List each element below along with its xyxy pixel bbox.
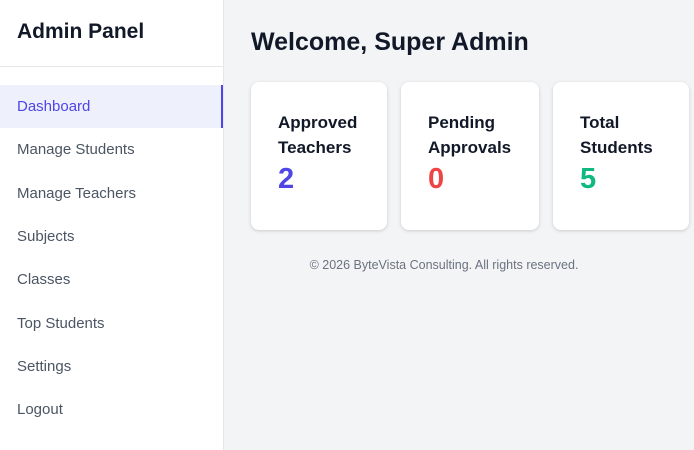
stat-card-title-line1: Pending <box>428 113 496 132</box>
main-content: Welcome, Super Admin Approved Teachers 2… <box>224 0 694 450</box>
stat-card-title-line1: Total <box>580 113 620 132</box>
sidebar-item-manage-teachers[interactable]: Manage Teachers <box>0 172 223 215</box>
stat-card-value: 5 <box>580 163 597 195</box>
sidebar-item-top-students[interactable]: Top Students <box>0 301 223 344</box>
stat-card-value: 2 <box>278 163 295 195</box>
stat-card-title: Total Students <box>580 110 662 160</box>
stat-card-title: Pending Approvals <box>428 110 512 160</box>
sidebar-item-subjects[interactable]: Subjects <box>0 215 223 258</box>
footer-copyright: © 2026 ByteVista Consulting. All rights … <box>309 258 579 272</box>
sidebar-nav: Dashboard Manage Students Manage Teacher… <box>0 67 223 431</box>
stat-card-value: 0 <box>428 163 445 195</box>
sidebar-item-dashboard[interactable]: Dashboard <box>0 85 223 129</box>
sidebar-item-classes[interactable]: Classes <box>0 258 223 301</box>
page-title: Welcome, Super Admin <box>251 28 529 56</box>
sidebar: Admin Panel Dashboard Manage Students Ma… <box>0 0 224 450</box>
app-root: Admin Panel Dashboard Manage Students Ma… <box>0 0 694 450</box>
stat-card-title-line2: Teachers <box>278 138 352 157</box>
sidebar-title: Admin Panel <box>0 0 223 67</box>
stats-cards: Approved Teachers 2 Pending Approvals 0 … <box>251 82 694 230</box>
sidebar-item-logout[interactable]: Logout <box>0 388 223 431</box>
stat-card-approved-teachers: Approved Teachers 2 <box>251 82 387 230</box>
stat-card-title-line2: Approvals <box>428 138 512 157</box>
stat-card-title: Approved Teachers <box>278 110 360 160</box>
stat-card-total-students: Total Students 5 <box>553 82 689 230</box>
stat-card-title-line1: Approved <box>278 113 358 132</box>
stat-card-pending-approvals: Pending Approvals 0 <box>401 82 539 230</box>
sidebar-item-settings[interactable]: Settings <box>0 345 223 388</box>
sidebar-item-manage-students[interactable]: Manage Students <box>0 128 223 171</box>
stat-card-title-line2: Students <box>580 138 653 157</box>
